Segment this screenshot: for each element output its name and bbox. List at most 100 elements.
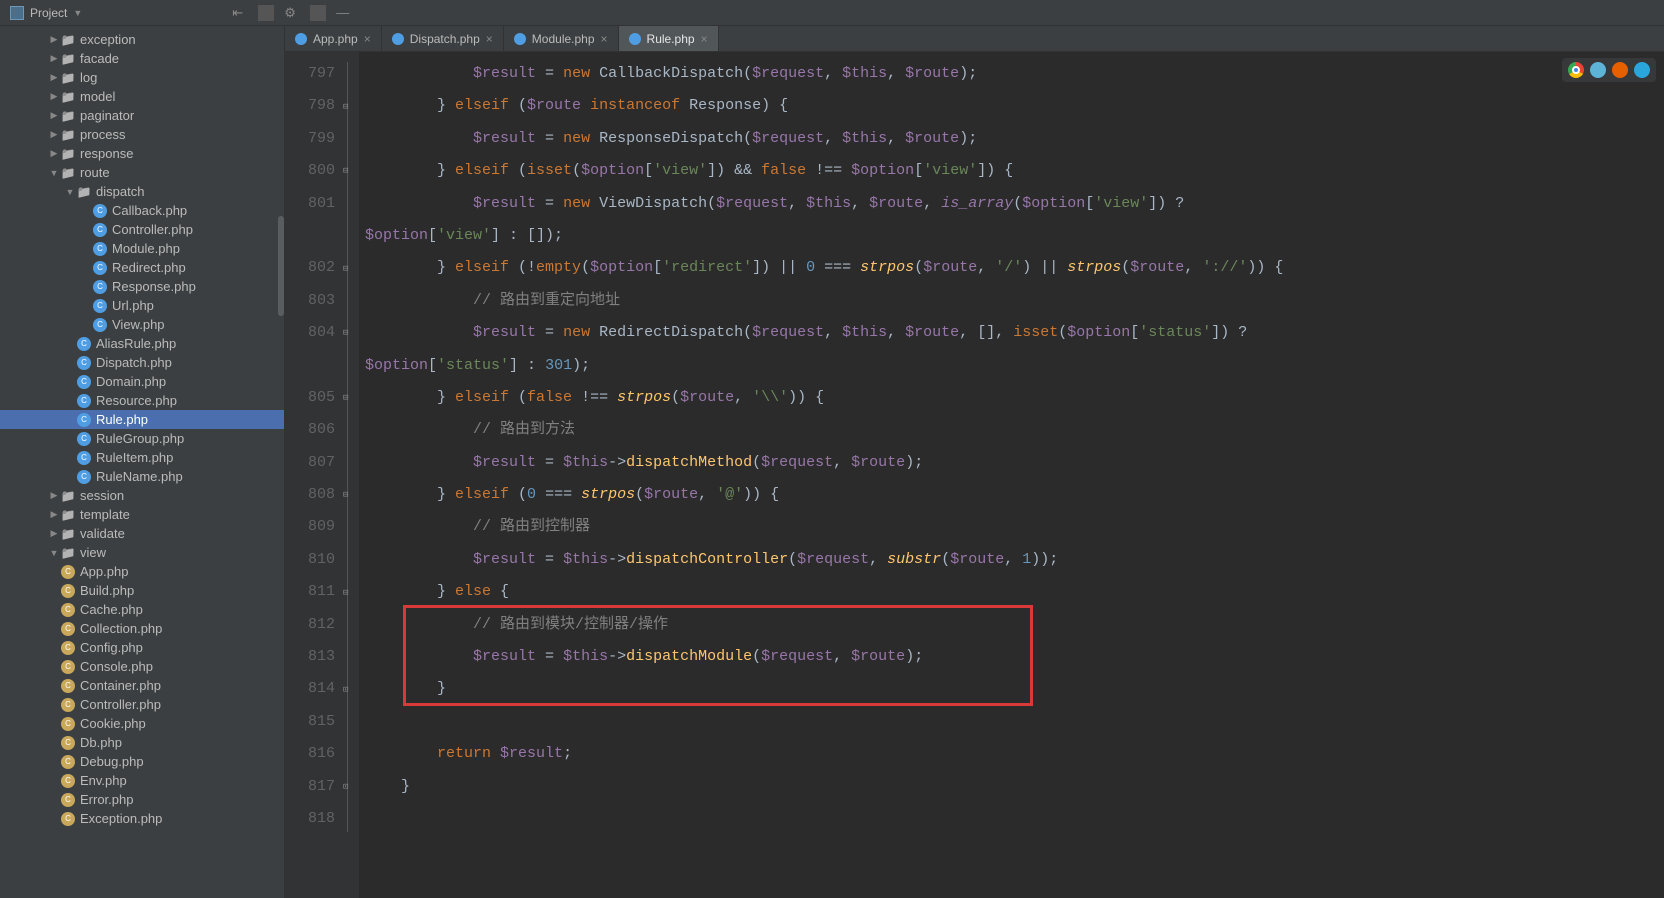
code-line[interactable]: $result = new ViewDispatch($request, $th… xyxy=(365,188,1664,220)
code-line[interactable]: $result = new RedirectDispatch($request,… xyxy=(365,317,1664,349)
code-line[interactable] xyxy=(365,706,1664,738)
tree-folder[interactable]: log xyxy=(0,68,284,87)
tree-folder[interactable]: process xyxy=(0,125,284,144)
code-line[interactable]: $result = new ResponseDispatch($request,… xyxy=(365,123,1664,155)
close-icon[interactable]: × xyxy=(364,32,371,46)
tree-arrow-icon[interactable] xyxy=(48,148,60,159)
tree-file[interactable]: CController.php xyxy=(0,220,284,239)
code-line[interactable]: // 路由到方法 xyxy=(365,414,1664,446)
tree-file[interactable]: CRuleGroup.php xyxy=(0,429,284,448)
code-line[interactable]: // 路由到重定向地址 xyxy=(365,285,1664,317)
close-icon[interactable]: × xyxy=(601,32,608,46)
tree-arrow-icon[interactable] xyxy=(48,72,60,83)
scrollbar-thumb[interactable] xyxy=(278,216,284,316)
tree-folder[interactable]: model xyxy=(0,87,284,106)
code-editor[interactable]: $result = new CallbackDispatch($request,… xyxy=(359,52,1664,898)
fold-icon[interactable]: ⊟ xyxy=(343,588,348,598)
tree-file[interactable]: CRuleItem.php xyxy=(0,448,284,467)
tree-file[interactable]: CConsole.php xyxy=(0,657,284,676)
close-icon[interactable]: × xyxy=(486,32,493,46)
tree-file[interactable]: CCache.php xyxy=(0,600,284,619)
tree-file[interactable]: CDomain.php xyxy=(0,372,284,391)
tree-file[interactable]: CApp.php xyxy=(0,562,284,581)
tree-file[interactable]: CDb.php xyxy=(0,733,284,752)
editor-tab[interactable]: Module.php× xyxy=(504,26,619,51)
tree-file[interactable]: CModule.php xyxy=(0,239,284,258)
tree-folder[interactable]: dispatch xyxy=(0,182,284,201)
code-line[interactable]: } xyxy=(365,771,1664,803)
fold-icon[interactable]: ⊟ xyxy=(343,102,348,112)
code-line[interactable]: } else { xyxy=(365,576,1664,608)
code-line[interactable]: } elseif (false !== strpos($route, '\\')… xyxy=(365,382,1664,414)
tree-arrow-icon[interactable] xyxy=(48,110,60,121)
hide-icon[interactable]: — xyxy=(336,5,352,21)
tree-file[interactable]: CCookie.php xyxy=(0,714,284,733)
gear-icon[interactable]: ⚙ xyxy=(284,5,300,21)
tree-arrow-icon[interactable] xyxy=(48,53,60,64)
project-tool-button[interactable]: Project ▼ xyxy=(0,4,92,22)
tree-file[interactable]: CCallback.php xyxy=(0,201,284,220)
tree-file[interactable]: CCollection.php xyxy=(0,619,284,638)
tree-arrow-icon[interactable] xyxy=(48,548,60,558)
fold-icon[interactable]: ⊡ xyxy=(343,782,348,792)
fold-icon[interactable]: ⊟ xyxy=(343,490,348,500)
code-line[interactable]: $result = new CallbackDispatch($request,… xyxy=(365,58,1664,90)
tree-arrow-icon[interactable] xyxy=(48,490,60,501)
tree-file[interactable]: CResponse.php xyxy=(0,277,284,296)
code-line[interactable]: } elseif ($route instanceof Response) { xyxy=(365,90,1664,122)
tree-file[interactable]: CError.php xyxy=(0,790,284,809)
tree-file[interactable]: CController.php xyxy=(0,695,284,714)
code-line[interactable]: // 路由到控制器 xyxy=(365,511,1664,543)
code-line[interactable]: $option['view'] : []); xyxy=(365,220,1664,252)
code-line[interactable]: // 路由到模块/控制器/操作 xyxy=(365,609,1664,641)
fold-icon[interactable]: ⊟ xyxy=(343,393,348,403)
code-line[interactable]: $result = $this->dispatchMethod($request… xyxy=(365,447,1664,479)
tree-arrow-icon[interactable] xyxy=(48,91,60,102)
tree-file[interactable]: CConfig.php xyxy=(0,638,284,657)
code-line[interactable]: } xyxy=(365,673,1664,705)
tree-folder[interactable]: validate xyxy=(0,524,284,543)
tree-file[interactable]: CView.php xyxy=(0,315,284,334)
code-line[interactable]: } elseif (isset($option['view']) && fals… xyxy=(365,155,1664,187)
tree-folder[interactable]: route xyxy=(0,163,284,182)
tree-file[interactable]: CRuleName.php xyxy=(0,467,284,486)
tree-arrow-icon[interactable] xyxy=(48,528,60,539)
tree-folder[interactable]: paginator xyxy=(0,106,284,125)
fold-icon[interactable]: ⊟ xyxy=(343,328,348,338)
tree-folder[interactable]: template xyxy=(0,505,284,524)
code-line[interactable]: return $result; xyxy=(365,738,1664,770)
tree-folder[interactable]: response xyxy=(0,144,284,163)
editor-tab[interactable]: Dispatch.php× xyxy=(382,26,504,51)
tree-file[interactable]: CAliasRule.php xyxy=(0,334,284,353)
tree-file[interactable]: CException.php xyxy=(0,809,284,828)
tree-folder[interactable]: facade xyxy=(0,49,284,68)
tree-folder[interactable]: view xyxy=(0,543,284,562)
tree-folder[interactable]: session xyxy=(0,486,284,505)
tree-file[interactable]: CDispatch.php xyxy=(0,353,284,372)
tree-arrow-icon[interactable] xyxy=(64,187,76,197)
code-line[interactable]: } elseif (!empty($option['redirect']) ||… xyxy=(365,252,1664,284)
fold-icon[interactable]: ⊟ xyxy=(343,166,348,176)
editor-tab[interactable]: App.php× xyxy=(285,26,382,51)
tree-arrow-icon[interactable] xyxy=(48,129,60,140)
tree-file[interactable]: CRedirect.php xyxy=(0,258,284,277)
tree-file[interactable]: CBuild.php xyxy=(0,581,284,600)
tree-arrow-icon[interactable] xyxy=(48,168,60,178)
tree-file[interactable]: CContainer.php xyxy=(0,676,284,695)
project-sidebar[interactable]: exceptionfacadelogmodelpaginatorprocessr… xyxy=(0,26,285,898)
tree-file[interactable]: CRule.php xyxy=(0,410,284,429)
tree-file[interactable]: CUrl.php xyxy=(0,296,284,315)
code-line[interactable] xyxy=(365,803,1664,835)
editor-tab[interactable]: Rule.php× xyxy=(619,26,719,51)
tree-arrow-icon[interactable] xyxy=(48,509,60,520)
tree-folder[interactable]: exception xyxy=(0,30,284,49)
close-icon[interactable]: × xyxy=(701,32,708,46)
code-line[interactable]: $option['status'] : 301); xyxy=(365,350,1664,382)
collapse-icon[interactable]: ⇤ xyxy=(232,5,248,21)
tree-file[interactable]: CDebug.php xyxy=(0,752,284,771)
tree-file[interactable]: CResource.php xyxy=(0,391,284,410)
code-line[interactable]: $result = $this->dispatchModule($request… xyxy=(365,641,1664,673)
fold-icon[interactable]: ⊟ xyxy=(343,264,348,274)
fold-icon[interactable]: ⊡ xyxy=(343,685,348,695)
code-line[interactable]: $result = $this->dispatchController($req… xyxy=(365,544,1664,576)
